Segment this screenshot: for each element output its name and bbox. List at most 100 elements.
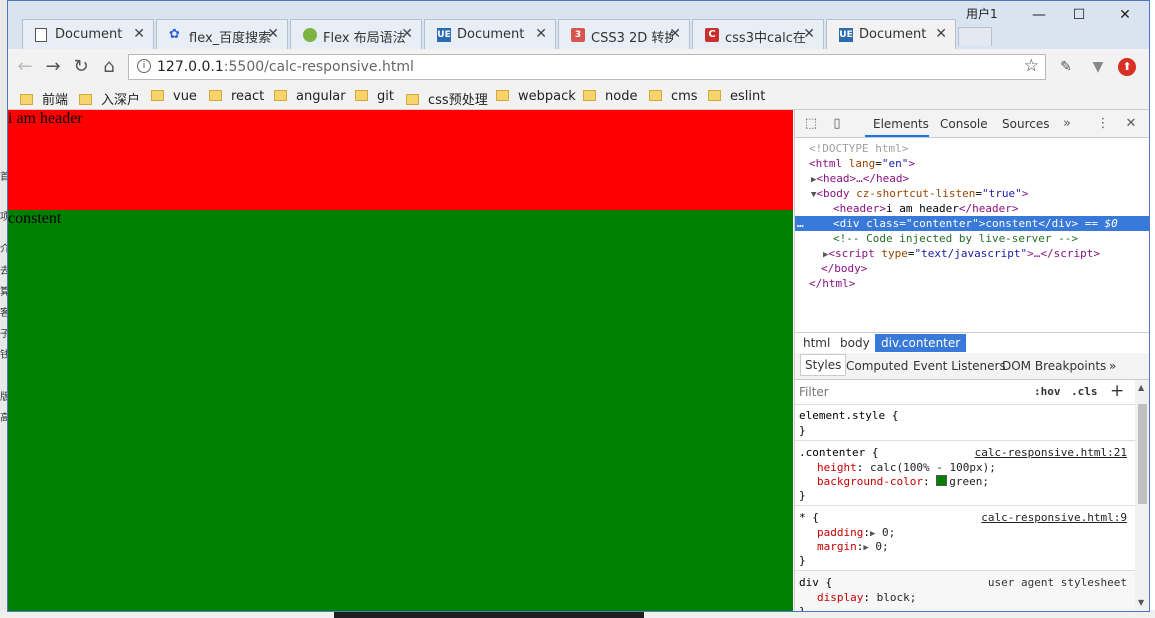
maximize-icon[interactable]: ☐	[1064, 5, 1094, 25]
baidu-icon: ✿	[169, 27, 180, 42]
tab-document-active[interactable]: UE Document ✕	[826, 19, 956, 49]
bookmark-label: webpack	[518, 89, 576, 104]
more-tabs-icon[interactable]: »	[1059, 116, 1075, 132]
breadcrumb-div-contenter[interactable]: div.contenter	[875, 334, 967, 352]
extension-icon[interactable]: ⬆	[1118, 58, 1136, 76]
styles-scrollbar[interactable]: ▲ ▼	[1135, 380, 1149, 611]
close-devtools-icon[interactable]: ✕	[1123, 116, 1139, 132]
tab-event-listeners[interactable]: Event Listeners	[913, 359, 1006, 373]
tab-flex-layout[interactable]: Flex 布局语法 ✕	[290, 19, 422, 49]
bookmark-folder[interactable]: css预处理	[406, 89, 488, 108]
close-icon[interactable]: ✕	[803, 26, 815, 42]
more-subtabs-icon[interactable]: »	[1109, 359, 1116, 373]
home-icon[interactable]: ⌂	[98, 56, 120, 78]
bookmark-folder[interactable]: 前端	[20, 89, 68, 108]
dom-selected-row[interactable]: … <div class="contenter">constent</div> …	[795, 216, 1149, 231]
tab-label: Document	[457, 27, 525, 42]
close-icon[interactable]: ✕	[401, 26, 413, 42]
rule-div-user-agent: div { user agent stylesheet display: blo…	[795, 571, 1135, 611]
close-icon[interactable]: ✕	[935, 26, 947, 42]
cls-toggle[interactable]: .cls	[1071, 385, 1098, 398]
bookmark-star-icon[interactable]: ☆	[1024, 56, 1039, 76]
info-icon[interactable]: i	[137, 59, 151, 73]
reload-icon[interactable]: ↻	[70, 56, 92, 78]
new-tab-button[interactable]	[958, 27, 992, 46]
tab-css3-2d[interactable]: 3 CSS3 2D 转换 ✕	[558, 19, 690, 49]
scroll-down-icon[interactable]: ▼	[1138, 598, 1144, 607]
close-window-icon[interactable]: ✕	[1110, 5, 1140, 25]
tab-sources[interactable]: Sources	[1002, 117, 1049, 131]
tab-console[interactable]: Console	[940, 117, 988, 131]
rule-close-brace: }	[799, 554, 806, 567]
add-rule-icon[interactable]: +	[1110, 381, 1124, 401]
bookmark-folder[interactable]: git	[355, 89, 394, 105]
css-property-height[interactable]: height: calc(100% - 100px);	[817, 461, 996, 476]
css-property-display[interactable]: display: block;	[817, 591, 916, 606]
close-icon[interactable]: ✕	[669, 26, 681, 42]
breadcrumb-body[interactable]: body	[840, 336, 870, 350]
dom-div-node: <div class="contenter">constent</div> ==…	[833, 217, 1118, 230]
address-bar[interactable]: i 127.0.0.1:5500/calc-responsive.html ☆	[128, 54, 1046, 80]
profile-name[interactable]: 用户1	[966, 5, 998, 22]
close-icon[interactable]: ✕	[133, 26, 145, 42]
rule-source-link[interactable]: calc-responsive.html:21	[975, 446, 1127, 461]
tab-computed[interactable]: Computed	[846, 359, 908, 373]
breadcrumb-html[interactable]: html	[803, 336, 830, 350]
dom-html-node[interactable]: <html lang="en">	[809, 156, 915, 171]
color-swatch[interactable]	[936, 475, 948, 486]
dom-body-close[interactable]: </body>	[821, 261, 867, 276]
kebab-menu-icon[interactable]: ⋮	[1095, 116, 1111, 132]
bookmark-folder[interactable]: webpack	[496, 89, 576, 105]
bookmark-folder[interactable]: angular	[274, 89, 346, 105]
dom-doctype[interactable]: <!DOCTYPE html>	[809, 141, 908, 156]
tab-elements[interactable]: Elements	[873, 117, 929, 131]
hov-toggle[interactable]: :hov	[1034, 385, 1061, 398]
bookmark-folder[interactable]: 入深户	[79, 89, 140, 108]
url-text: 127.0.0.1:5500/calc-responsive.html	[157, 59, 414, 75]
ellipsis-icon[interactable]: …	[797, 216, 804, 231]
filter-input[interactable]: Filter	[799, 385, 829, 399]
scrollbar-thumb[interactable]	[1138, 404, 1147, 504]
rule-selector[interactable]: * {	[799, 511, 819, 526]
rule-close-brace: }	[799, 489, 806, 502]
device-toggle-icon[interactable]: ▯	[829, 116, 845, 132]
bookmark-label: vue	[173, 89, 197, 104]
tab-document-1[interactable]: Document ✕	[22, 19, 154, 49]
folder-icon	[79, 94, 92, 105]
close-icon[interactable]: ✕	[267, 26, 279, 42]
forward-arrow-icon[interactable]: →	[42, 56, 64, 78]
eyedropper-icon[interactable]: ✎	[1056, 57, 1076, 77]
bookmark-folder[interactable]: react	[209, 89, 264, 105]
bookmark-folder[interactable]: node	[583, 89, 637, 105]
dom-html-close[interactable]: </html>	[809, 276, 855, 291]
bookmark-folder[interactable]: vue	[151, 89, 197, 105]
rule-selector[interactable]: element.style {	[799, 409, 898, 424]
close-icon[interactable]: ✕	[535, 26, 547, 42]
dom-tree: <!DOCTYPE html> <html lang="en"> ▶<head>…	[795, 138, 1149, 331]
tab-styles[interactable]: Styles	[800, 354, 847, 376]
inspect-element-icon[interactable]: ⬚	[803, 116, 819, 132]
bookmark-folder[interactable]: eslint	[708, 89, 765, 105]
header-text: i am header	[8, 110, 83, 127]
page-content: constent	[8, 210, 793, 611]
bookmark-folder[interactable]: cms	[649, 89, 698, 105]
rule-selector[interactable]: .contenter {	[799, 446, 878, 461]
dom-comment-node[interactable]: <!-- Code injected by live-server -->	[833, 231, 1078, 246]
rule-close-brace: }	[799, 605, 806, 611]
css-property-margin[interactable]: margin:▶ 0;	[817, 540, 889, 556]
minimize-icon[interactable]: —	[1024, 5, 1054, 25]
browser-window: Document ✕ ✿ flex_百度搜索 ✕ Flex 布局语法 ✕ UE …	[7, 0, 1150, 612]
dom-header-node[interactable]: <header>i am header</header>	[833, 201, 1018, 216]
back-arrow-icon[interactable]: ←	[14, 56, 36, 78]
rule-selector[interactable]: div {	[799, 576, 832, 591]
tab-baidu-search[interactable]: ✿ flex_百度搜索 ✕	[156, 19, 288, 49]
tab-css3-calc[interactable]: C css3中calc在 ✕	[692, 19, 824, 49]
tab-document-2[interactable]: UE Document ✕	[424, 19, 556, 49]
rule-source-link[interactable]: calc-responsive.html:9	[981, 511, 1127, 526]
tab-label: Document	[859, 27, 927, 42]
rule-source-label: user agent stylesheet	[987, 576, 1127, 589]
tab-dom-breakpoints[interactable]: DOM Breakpoints	[1002, 359, 1106, 373]
vue-devtools-icon[interactable]: ▼	[1088, 57, 1108, 77]
scroll-up-icon[interactable]: ▲	[1138, 383, 1144, 392]
css-property-background[interactable]: background-color: green;	[817, 475, 989, 490]
